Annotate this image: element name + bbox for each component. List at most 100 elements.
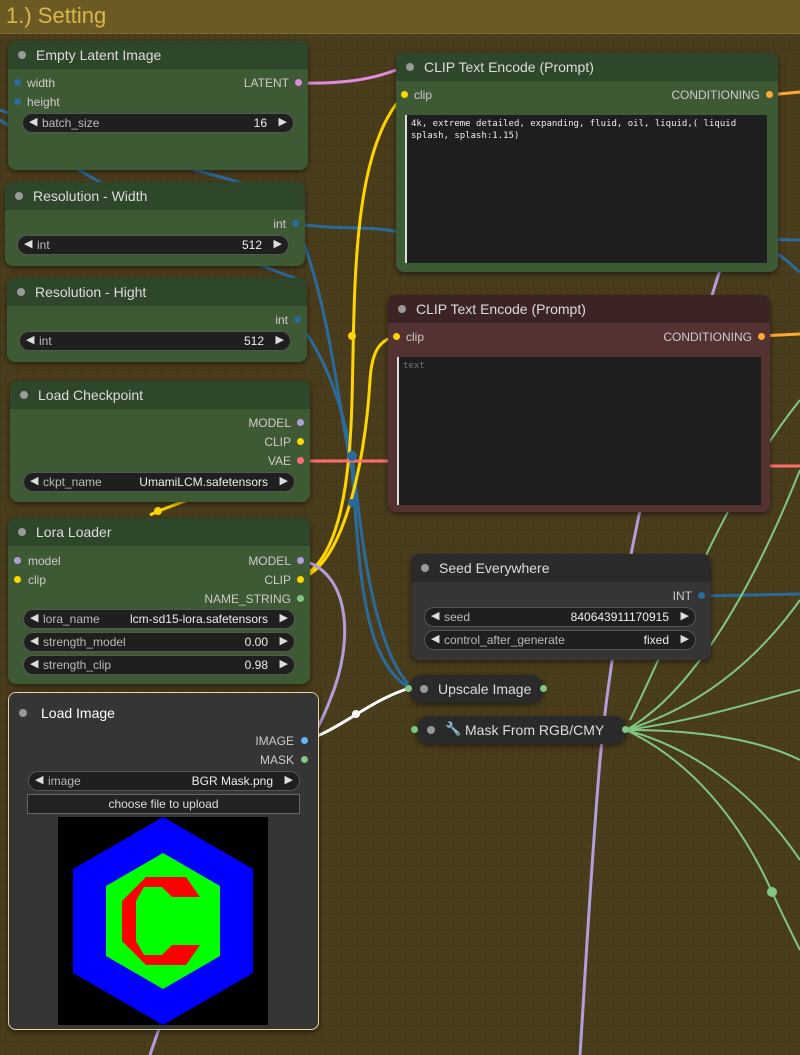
batch-size-widget[interactable]: ◀ batch_size 16 ▶ [22,113,294,133]
upscale-output-pin[interactable] [540,685,547,692]
collapse-dot-icon[interactable] [18,528,26,536]
node-header[interactable]: Load Checkpoint [10,381,310,409]
node-header[interactable]: Load Image [9,693,318,733]
increment-arrow-icon[interactable]: ▶ [280,474,288,487]
increment-arrow-icon[interactable]: ▶ [276,333,284,346]
collapse-dot-icon[interactable] [19,709,27,717]
node-title: Load Checkpoint [38,387,144,403]
collapse-dot-icon[interactable] [427,726,435,734]
node-header[interactable]: Seed Everywhere [411,554,711,582]
decrement-arrow-icon[interactable]: ◀ [35,773,43,786]
output-label-int: int [273,217,286,231]
strength-model-widget[interactable]: ◀ strength_model 0.00 ▶ [23,632,295,652]
node-clip-text-encode-positive[interactable]: CLIP Text Encode (Prompt) clip CONDITION… [396,53,778,272]
node-header[interactable]: Resolution - Width [5,182,305,210]
input-pin-model[interactable] [14,557,21,564]
mask-output-pin[interactable] [622,726,629,733]
seed-widget[interactable]: ◀ seed 840643911170915 ▶ [424,607,696,627]
prompt-textarea[interactable] [397,357,761,505]
output-pin-clip[interactable] [297,438,304,445]
decrement-arrow-icon[interactable]: ◀ [30,657,38,670]
hight-int-widget[interactable]: ◀ int 512 ▶ [19,331,291,351]
node-header[interactable]: Upscale Image [410,675,543,703]
node-resolution-width[interactable]: Resolution - Width int ◀ int 512 ▶ [5,182,305,266]
widget-value: 512 [243,334,264,348]
output-pin-name-string[interactable] [297,595,304,602]
node-lora-loader[interactable]: Lora Loader model clip MODEL CLIP NAME_S… [8,518,310,684]
input-pin-height[interactable] [14,98,21,105]
decrement-arrow-icon[interactable]: ◀ [30,611,38,624]
increment-arrow-icon[interactable]: ▶ [279,115,287,128]
node-header[interactable]: Empty Latent Image [8,41,308,69]
node-empty-latent-image[interactable]: Empty Latent Image width height LATENT ◀… [8,41,308,170]
output-pin-model[interactable] [297,557,304,564]
collapse-dot-icon[interactable] [20,391,28,399]
image-select-widget[interactable]: ◀ image BGR Mask.png ▶ [28,771,300,791]
control-after-generate-widget[interactable]: ◀ control_after_generate fixed ▶ [424,630,696,650]
output-pin-mask[interactable] [301,756,308,763]
output-pin-vae[interactable] [297,457,304,464]
decrement-arrow-icon[interactable]: ◀ [431,609,439,622]
increment-arrow-icon[interactable]: ▶ [280,611,288,624]
latent-wire [299,68,397,85]
increment-arrow-icon[interactable]: ▶ [280,657,288,670]
node-clip-text-encode-negative[interactable]: CLIP Text Encode (Prompt) clip CONDITION… [388,295,770,512]
input-label-height: height [27,95,60,109]
width-int-widget[interactable]: ◀ int 512 ▶ [17,235,289,255]
node-mask-from-rgb-cmy[interactable]: 🔧 Mask From RGB/CMY [417,716,626,744]
input-label-clip: clip [406,330,425,344]
decrement-arrow-icon[interactable]: ◀ [26,333,34,346]
collapse-dot-icon[interactable] [421,564,429,572]
decrement-arrow-icon[interactable]: ◀ [24,237,32,250]
collapse-dot-icon[interactable] [420,685,428,693]
output-pin-latent[interactable] [295,79,302,86]
node-header[interactable]: Lora Loader [8,518,310,546]
collapse-dot-icon[interactable] [398,305,406,313]
input-pin-clip[interactable] [14,576,21,583]
input-pin-width[interactable] [14,79,21,86]
output-pin-conditioning[interactable] [766,91,773,98]
node-header[interactable]: 🔧 Mask From RGB/CMY [417,716,626,744]
mask-input-pin[interactable] [411,726,418,733]
output-pin-clip[interactable] [297,576,304,583]
node-header[interactable]: Resolution - Hight [7,278,307,306]
node-title: CLIP Text Encode (Prompt) [416,301,586,317]
decrement-arrow-icon[interactable]: ◀ [30,474,38,487]
node-resolution-hight[interactable]: Resolution - Hight int ◀ int 512 ▶ [7,278,307,362]
increment-arrow-icon[interactable]: ▶ [681,632,689,645]
upscale-input-pin[interactable] [405,685,412,692]
output-pin-image[interactable] [301,737,308,744]
increment-arrow-icon[interactable]: ▶ [285,773,293,786]
output-pin-model[interactable] [297,419,304,426]
decrement-arrow-icon[interactable]: ◀ [431,632,439,645]
collapse-dot-icon[interactable] [17,288,25,296]
node-header[interactable]: CLIP Text Encode (Prompt) [388,295,770,323]
collapse-dot-icon[interactable] [15,192,23,200]
increment-arrow-icon[interactable]: ▶ [681,609,689,622]
decrement-arrow-icon[interactable]: ◀ [29,115,37,128]
collapse-dot-icon[interactable] [406,63,414,71]
output-label-int: INT [672,589,692,603]
input-pin-clip[interactable] [393,333,400,340]
increment-arrow-icon[interactable]: ▶ [274,237,282,250]
choose-file-upload-button[interactable]: choose file to upload [27,794,300,814]
node-header[interactable]: CLIP Text Encode (Prompt) [396,53,778,81]
node-seed-everywhere[interactable]: Seed Everywhere INT ◀ seed 8406439111709… [411,554,711,660]
node-upscale-image[interactable]: Upscale Image [410,675,543,703]
lora-name-widget[interactable]: ◀ lora_name lcm-sd15-lora.safetensors ▶ [23,609,295,629]
collapse-dot-icon[interactable] [18,51,26,59]
ckpt-name-widget[interactable]: ◀ ckpt_name UmamiLCM.safetensors ▶ [23,472,295,492]
output-pin-int[interactable] [294,316,301,323]
node-load-checkpoint[interactable]: Load Checkpoint MODEL CLIP VAE ◀ ckpt_na… [10,381,310,502]
input-pin-clip[interactable] [401,91,408,98]
decrement-arrow-icon[interactable]: ◀ [30,634,38,647]
node-load-image[interactable]: Load Image IMAGE MASK ◀ image BGR Mask.p… [8,692,319,1030]
strength-clip-widget[interactable]: ◀ strength_clip 0.98 ▶ [23,655,295,675]
output-label-int: int [275,313,288,327]
prompt-textarea[interactable]: 4k, extreme detailed, expanding, fluid, … [405,115,767,263]
output-pin-int[interactable] [698,592,705,599]
output-pin-conditioning[interactable] [758,333,765,340]
output-label-vae: VAE [267,454,291,468]
output-pin-int[interactable] [292,220,299,227]
increment-arrow-icon[interactable]: ▶ [280,634,288,647]
